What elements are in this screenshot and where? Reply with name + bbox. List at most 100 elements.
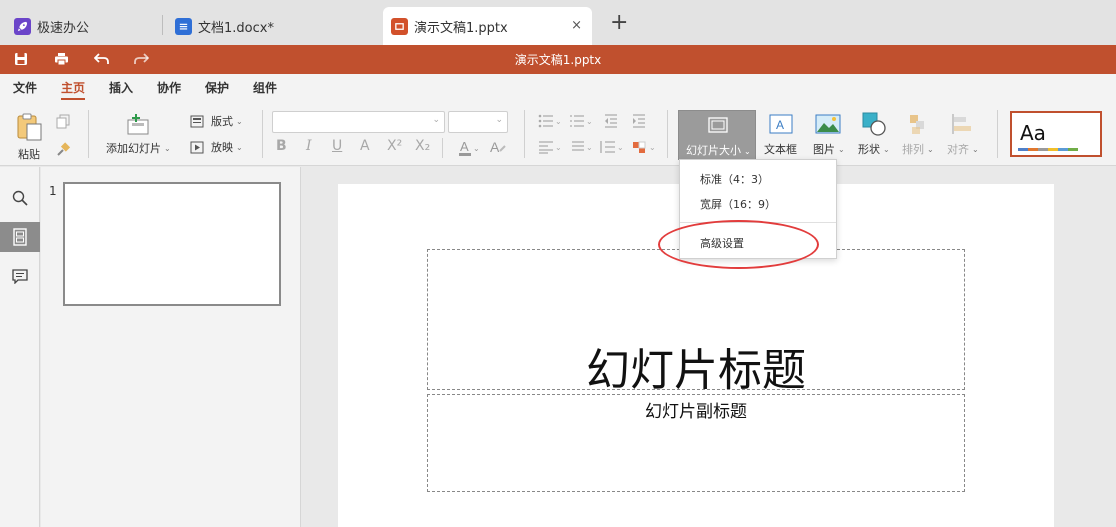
ribbon-divider <box>667 110 668 158</box>
shading-icon[interactable]: ⌄ <box>632 140 656 154</box>
chevron-down-icon: ⌄ <box>972 144 979 154</box>
paste-label[interactable]: 粘贴 <box>18 146 40 162</box>
tab-label: 演示文稿1.pptx <box>414 20 508 36</box>
chevron-down-icon: ⌄ <box>236 116 243 126</box>
menu-collaborate[interactable]: 协作 <box>157 79 181 96</box>
slides-panel-button[interactable] <box>0 222 40 252</box>
tab-label: 文档1.docx* <box>198 20 274 36</box>
slide-title[interactable]: 幻灯片标题 <box>428 334 964 398</box>
underline-button[interactable]: U <box>332 138 342 154</box>
theme-preview[interactable]: Aa <box>1010 111 1102 157</box>
tab-strip: 极速办公 文档1.docx* 演示文稿1.pptx × + <box>0 0 1116 45</box>
picture-button[interactable]: 图片 ⌄ <box>813 141 845 157</box>
slides-icon <box>13 228 27 246</box>
svg-text:⌄: ⌄ <box>555 117 562 126</box>
ribbon-divider <box>88 110 89 158</box>
chevron-down-icon: ⌄ <box>744 147 751 156</box>
layout-icon <box>190 115 204 127</box>
close-icon[interactable]: × <box>571 18 582 33</box>
paste-icon[interactable] <box>14 112 44 142</box>
superscript-button[interactable]: X² <box>387 138 402 154</box>
text-box-label[interactable]: 文本框 <box>764 141 797 157</box>
chevron-down-icon: ⌄ <box>838 144 845 154</box>
menu-insert[interactable]: 插入 <box>109 79 133 96</box>
ribbon-divider <box>262 110 263 158</box>
search-icon <box>12 190 28 206</box>
decrease-indent-icon[interactable] <box>604 114 618 128</box>
line-spacing-icon[interactable]: ⌄ <box>569 140 593 154</box>
rocket-icon <box>14 17 31 35</box>
add-slide-button[interactable]: 添加幻灯片 ⌄ <box>106 140 171 156</box>
subtitle-placeholder[interactable]: 幻灯片副标题 <box>427 394 965 492</box>
slide-thumbnail[interactable] <box>63 182 281 306</box>
slide-subtitle[interactable]: 幻灯片副标题 <box>428 397 964 422</box>
add-slide-label: 添加幻灯片 <box>106 142 161 155</box>
slide-thumbnail-pane: 1 <box>41 167 301 527</box>
bullet-list-icon[interactable]: ⌄ <box>538 114 562 128</box>
svg-text:A: A <box>460 139 469 154</box>
tab-home[interactable]: 极速办公 <box>14 7 89 45</box>
slide-number: 1 <box>49 184 57 198</box>
chevron-down-icon: ⌄ <box>432 115 440 125</box>
font-color-icon[interactable]: A ⌄ <box>458 139 480 157</box>
tab-docx[interactable]: 文档1.docx* <box>175 7 274 45</box>
menu-item-standard-4-3[interactable]: 标准（4：3） <box>700 171 769 187</box>
play-button[interactable]: 放映 ⌄ <box>190 139 243 155</box>
shape-button[interactable]: 形状 ⌄ <box>858 141 890 157</box>
left-sidebar <box>0 167 40 527</box>
slide-size-icon <box>708 117 728 133</box>
menu-file[interactable]: 文件 <box>13 79 37 96</box>
theme-preview-text: Aa <box>1020 121 1046 145</box>
layout-label: 版式 <box>211 115 233 128</box>
strikethrough-button[interactable]: A <box>360 138 370 154</box>
align-objects-label: 对齐 <box>947 143 969 156</box>
copy-icon[interactable] <box>56 114 71 129</box>
highlight-color-icon[interactable]: A <box>488 139 508 157</box>
chevron-down-icon: ⌄ <box>883 144 890 154</box>
add-slide-icon[interactable] <box>126 114 150 136</box>
menu-item-widescreen-16-9[interactable]: 宽屏（16：9） <box>700 196 776 212</box>
font-family-select[interactable]: ⌄ <box>272 111 445 133</box>
shape-icon[interactable] <box>862 112 886 136</box>
italic-button[interactable]: I <box>306 138 312 154</box>
chevron-down-icon: ⌄ <box>164 143 171 153</box>
svg-text:⌄: ⌄ <box>586 143 593 152</box>
ribbon-divider <box>524 110 525 158</box>
ribbon-divider <box>442 138 443 158</box>
format-painter-icon[interactable] <box>56 142 71 157</box>
chevron-down-icon: ⌄ <box>927 144 934 154</box>
menu-protect[interactable]: 保护 <box>205 79 229 96</box>
document-title: 演示文稿1.pptx <box>514 53 602 67</box>
presentation-icon <box>391 17 408 35</box>
slide-size-button[interactable]: 幻灯片大小 ⌄ <box>678 110 756 160</box>
menu-home[interactable]: 主页 <box>61 79 85 96</box>
bold-button[interactable]: B <box>276 138 287 154</box>
ribbon-divider <box>997 110 998 158</box>
chevron-down-icon: ⌄ <box>495 115 503 125</box>
svg-text:⌄: ⌄ <box>586 117 593 126</box>
layout-button[interactable]: 版式 ⌄ <box>190 113 243 129</box>
paragraph-spacing-icon[interactable]: ⌄ <box>600 140 624 154</box>
svg-text:A: A <box>776 118 784 132</box>
text-box-icon[interactable]: A <box>769 113 793 135</box>
title-placeholder[interactable]: 幻灯片标题 <box>427 249 965 396</box>
arrange-icon[interactable] <box>907 113 929 135</box>
align-objects-icon[interactable] <box>951 113 973 135</box>
comments-button[interactable] <box>0 261 40 291</box>
arrange-label: 排列 <box>902 143 924 156</box>
align-objects-button[interactable]: 对齐 ⌄ <box>947 141 979 157</box>
numbered-list-icon[interactable]: ⌄ <box>569 114 593 128</box>
font-size-select[interactable]: ⌄ <box>448 111 508 133</box>
menu-components[interactable]: 组件 <box>253 79 277 96</box>
svg-text:⌄: ⌄ <box>617 143 624 152</box>
picture-icon[interactable] <box>815 113 841 135</box>
search-button[interactable] <box>0 183 40 213</box>
new-tab-button[interactable]: + <box>610 12 628 34</box>
align-left-icon[interactable]: ⌄ <box>538 140 562 154</box>
increase-indent-icon[interactable] <box>632 114 646 128</box>
subscript-button[interactable]: X₂ <box>415 138 430 154</box>
active-menu-indicator <box>61 98 85 100</box>
tab-pptx[interactable]: 演示文稿1.pptx × <box>383 7 592 45</box>
arrange-button[interactable]: 排列 ⌄ <box>902 141 934 157</box>
play-label: 放映 <box>211 141 233 154</box>
